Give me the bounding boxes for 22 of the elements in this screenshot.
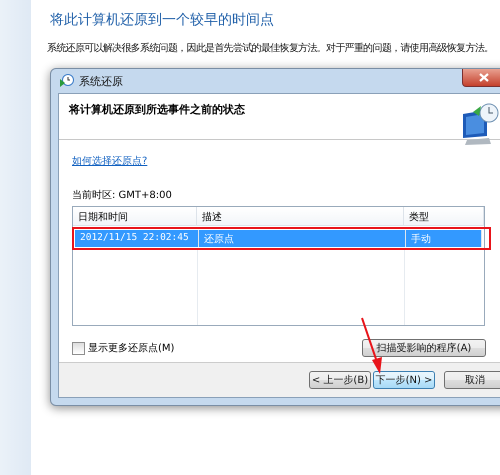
close-icon	[478, 73, 488, 82]
help-link[interactable]: 如何选择还原点?	[72, 154, 148, 168]
timezone-label: 当前时区: GMT+8:00	[72, 188, 173, 202]
checkbox-label: 显示更多还原点(M)	[88, 342, 174, 355]
page-description: 系统还原可以解决很多系统问题，因此是首先尝试的最佳恢复方法。对于严重的问题，请使用高级恢复方法。	[47, 42, 494, 56]
column-header[interactable]: 类型	[404, 207, 484, 225]
dialog-heading: 将计算机还原到所选事件之前的状态	[69, 102, 245, 117]
restore-icon	[58, 73, 74, 89]
window-title: 系统还原	[79, 74, 123, 88]
page-title: 将此计算机还原到一个较早的时间点	[50, 11, 275, 30]
computer-clock-icon	[461, 102, 499, 146]
table-cell: 手动	[406, 230, 482, 247]
checkbox[interactable]	[72, 342, 85, 354]
wizard-button[interactable]: < 上一步(B)	[309, 371, 371, 389]
wizard-button[interactable]: 取消	[444, 371, 500, 389]
table-cell: 还原点	[199, 230, 406, 247]
column-header[interactable]: 描述	[197, 207, 404, 225]
wizard-button[interactable]: 下一步(N) >	[373, 371, 435, 389]
close-button[interactable]	[462, 69, 500, 87]
scan-button[interactable]: 扫描受影响的程序(A)	[362, 339, 486, 357]
table-cell: 2012/11/15 22:02:45	[75, 230, 199, 247]
column-header[interactable]: 日期和时间	[73, 207, 197, 225]
